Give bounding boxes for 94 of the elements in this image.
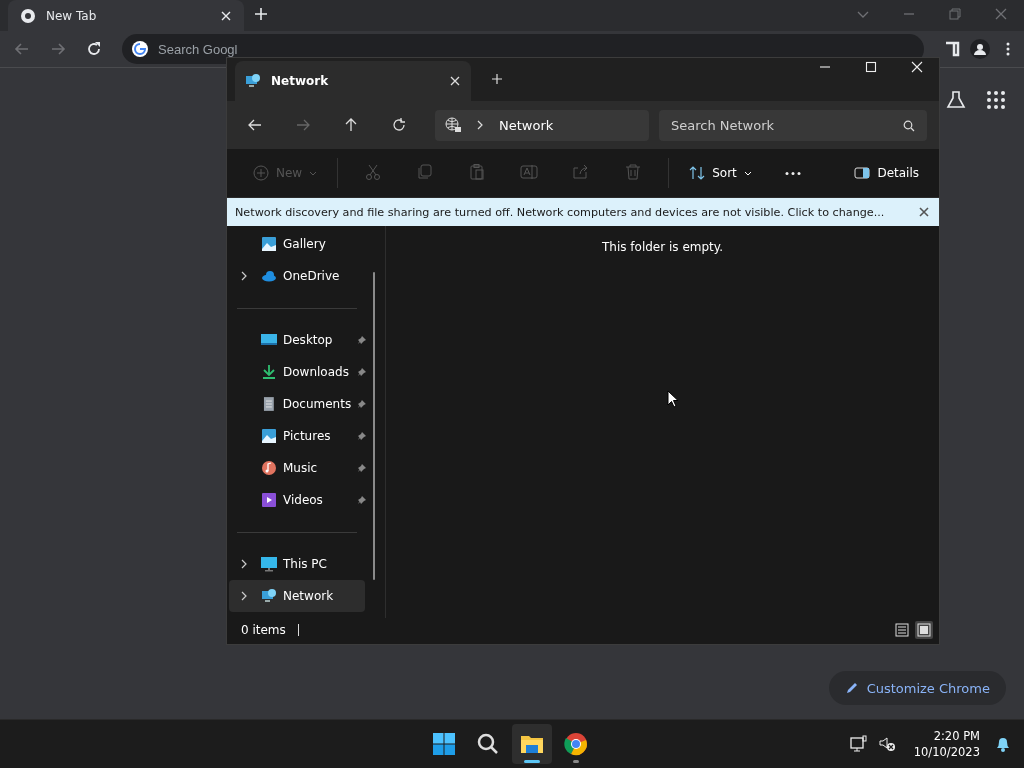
sidebar-label: Gallery xyxy=(283,237,327,251)
more-options-icon[interactable] xyxy=(783,170,802,176)
empty-folder-message: This folder is empty. xyxy=(602,240,723,254)
chevron-right-icon[interactable] xyxy=(239,271,249,281)
maximize-icon[interactable] xyxy=(865,61,877,73)
mouse-pointer-icon xyxy=(667,390,679,408)
scrollbar[interactable] xyxy=(373,272,375,580)
rename-icon xyxy=(520,162,539,181)
tab-title: Network xyxy=(271,74,330,88)
new-tab-icon[interactable] xyxy=(254,7,268,21)
sidebar-item[interactable]: OneDrive xyxy=(229,260,365,292)
trash-icon xyxy=(624,162,643,181)
sidebar-label: Desktop xyxy=(283,333,334,347)
gallery-icon xyxy=(261,236,277,252)
sidebar-item[interactable]: Network xyxy=(229,580,365,612)
browser-logo-icon xyxy=(20,7,36,24)
reload-icon[interactable] xyxy=(86,41,102,57)
search-icon xyxy=(903,119,915,132)
bell-icon[interactable] xyxy=(994,735,1012,753)
details-pane-icon xyxy=(854,165,871,181)
search-icon xyxy=(476,732,500,756)
speaker-muted-icon[interactable] xyxy=(877,735,896,753)
search-field[interactable]: Search Network xyxy=(659,109,927,141)
google-g-icon xyxy=(132,41,148,57)
clipboard-icon xyxy=(468,162,487,181)
cloud-icon xyxy=(261,268,277,284)
item-count: 0 items xyxy=(241,623,286,637)
sidebar-item[interactable]: Videos xyxy=(229,484,365,516)
flask-icon[interactable] xyxy=(946,90,966,110)
network-icon xyxy=(261,588,277,604)
scissors-icon xyxy=(364,162,383,181)
caret-icon xyxy=(309,169,318,177)
refresh-icon[interactable] xyxy=(391,117,407,133)
sort-button[interactable]: Sort xyxy=(681,159,760,187)
tab-title: New Tab xyxy=(46,8,98,23)
forward-icon[interactable] xyxy=(295,117,311,133)
new-tab-icon[interactable] xyxy=(491,73,503,85)
sidebar-label: Videos xyxy=(283,493,324,507)
forward-icon[interactable] xyxy=(50,41,66,57)
profile-icon[interactable] xyxy=(970,39,990,59)
network-icon xyxy=(245,73,261,89)
side-panel-icon[interactable] xyxy=(944,41,960,57)
sidebar-label: OneDrive xyxy=(283,269,341,283)
globe-icon xyxy=(445,117,461,133)
sidebar-item[interactable]: Downloads xyxy=(229,356,365,388)
sidebar-item[interactable]: Pictures xyxy=(229,420,365,452)
sidebar-label: Downloads xyxy=(283,365,350,379)
network-monitor-icon[interactable] xyxy=(849,735,868,753)
picture-icon xyxy=(261,428,277,444)
apps-grid-icon[interactable] xyxy=(986,90,1006,110)
sidebar-item[interactable]: Documents xyxy=(229,388,365,420)
up-icon[interactable] xyxy=(343,117,359,133)
monitor-icon xyxy=(261,556,277,572)
plus-circle-icon xyxy=(253,165,269,181)
sidebar-label: Pictures xyxy=(283,429,332,443)
details-button[interactable]: Details xyxy=(846,159,927,187)
sidebar-label: Documents xyxy=(282,397,352,411)
sidebar-item[interactable]: This PC xyxy=(229,548,365,580)
sort-arrows-icon xyxy=(689,165,706,181)
sidebar-label: Music xyxy=(283,461,319,475)
address-placeholder: Search Googl xyxy=(158,41,238,57)
breadcrumb[interactable]: Network xyxy=(499,117,554,133)
caret-icon xyxy=(743,169,752,177)
chevron-right-icon xyxy=(475,120,485,130)
details-view-icon[interactable] xyxy=(893,621,911,639)
back-icon[interactable] xyxy=(247,117,263,133)
chevron-right-icon[interactable] xyxy=(239,591,249,601)
windows-logo-icon xyxy=(432,732,456,756)
sidebar-label: This PC xyxy=(283,557,328,571)
clock[interactable]: 2:20 PM 10/10/2023 xyxy=(913,728,980,760)
sidebar-item[interactable]: Desktop xyxy=(229,324,365,356)
file-explorer-taskbar-button[interactable] xyxy=(512,724,552,764)
address-bar[interactable]: Network xyxy=(435,109,649,141)
music-icon xyxy=(261,460,277,476)
video-icon xyxy=(261,492,277,508)
info-bar[interactable]: Network discovery and file sharing are turned off. Network computers and devices are not visible. Click to change... xyxy=(227,198,939,226)
close-icon[interactable] xyxy=(919,207,929,217)
sidebar-item[interactable]: Music xyxy=(229,452,365,484)
browser-logo-icon xyxy=(564,732,588,756)
info-bar-message: Network discovery and file sharing are turned off. Network computers and devices are not visible. Click to change... xyxy=(235,205,886,219)
customize-chrome-button[interactable]: Customize Chrome xyxy=(828,671,1006,705)
sidebar-item[interactable]: Gallery xyxy=(229,228,365,260)
sidebar-label: Network xyxy=(283,589,335,603)
desktop-icon xyxy=(261,332,277,348)
pencil-icon xyxy=(844,681,859,695)
download-icon xyxy=(261,364,277,380)
document-icon xyxy=(261,396,277,412)
tiles-view-icon[interactable] xyxy=(915,621,933,639)
chevron-right-icon[interactable] xyxy=(239,559,249,569)
explorer-tab[interactable]: Network xyxy=(235,61,471,101)
browser-tab[interactable]: New Tab xyxy=(8,0,244,31)
time: 2:20 PM xyxy=(933,728,980,744)
copy-icon xyxy=(416,162,435,181)
date: 10/10/2023 xyxy=(913,744,980,760)
